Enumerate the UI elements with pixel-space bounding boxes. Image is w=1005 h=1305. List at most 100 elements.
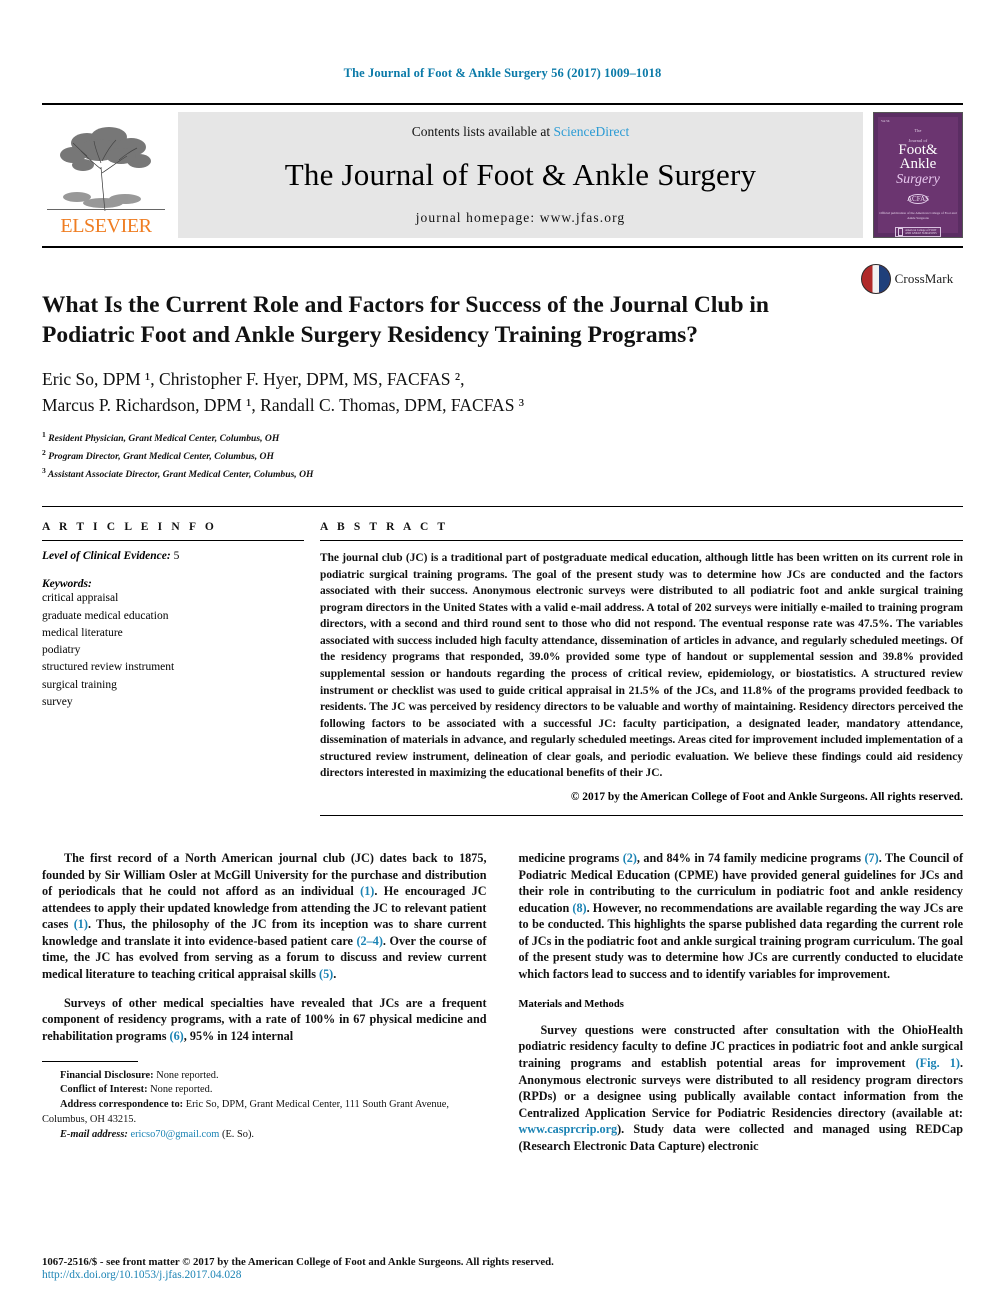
keyword-item: graduate medical education <box>42 609 169 622</box>
keyword-item: structured review instrument <box>42 661 175 674</box>
crossmark-row: CrossMark <box>860 264 954 294</box>
seal-text: ACFAS <box>906 194 930 203</box>
para-text: medicine programs <box>518 850 623 865</box>
author-line-1: Eric So, DPM ¹, Christopher F. Hyer, DPM… <box>42 368 465 389</box>
footnote-label: E-mail address: <box>60 1128 128 1140</box>
footnote-conflict-of-interest: Conflict of Interest: None reported. <box>42 1083 487 1098</box>
author-line-2: Marcus P. Richardson, DPM ¹, Randall C. … <box>42 394 525 415</box>
footnote-financial-disclosure: Financial Disclosure: None reported. <box>42 1069 487 1084</box>
citation-link[interactable]: (8) <box>572 901 586 915</box>
author-list: Eric So, DPM ¹, Christopher F. Hyer, DPM… <box>42 366 963 419</box>
elsevier-tree-icon <box>47 127 165 212</box>
keyword-item: medical literature <box>42 626 123 639</box>
badge-text: American College of FOOT AND ANKLE SURGE… <box>905 228 937 235</box>
footnote-value: None reported. <box>156 1069 219 1081</box>
affiliation-text: Program Director, Grant Medical Center, … <box>48 451 274 463</box>
article-info-column: A R T I C L E I N F O Level of Clinical … <box>42 507 320 815</box>
abstract-heading: A B S T R A C T <box>320 521 449 534</box>
crossmark-badge[interactable]: CrossMark <box>853 264 961 294</box>
citation-link[interactable]: (1) <box>360 884 374 898</box>
abstract-rule <box>320 540 963 542</box>
front-matter-line: 1067-2516/$ - see front matter © 2017 by… <box>42 1256 554 1268</box>
footnote-email: E-mail address: ericso70@gmail.com (E. S… <box>42 1128 487 1143</box>
citation-link[interactable]: (6) <box>170 1029 184 1043</box>
journal-cover-thumbnail[interactable]: Vol 56 The Journal of Foot& Ankle Surger… <box>873 112 963 238</box>
footnote-label: Address correspondence to: <box>60 1099 184 1111</box>
page-title: What Is the Current Role and Factors for… <box>42 291 769 348</box>
paragraph: Survey questions were constructed after … <box>519 1022 964 1155</box>
contents-available-line: Contents lists available at ScienceDirec… <box>412 124 629 140</box>
sciencedirect-link[interactable]: ScienceDirect <box>554 124 630 139</box>
affiliation-item: 3 Assistant Associate Director, Grant Me… <box>42 465 314 480</box>
email-link[interactable]: ericso70@gmail.com <box>130 1129 219 1140</box>
citation-link[interactable]: (1) <box>74 917 88 931</box>
cover-word-foot: Foot& <box>898 142 938 158</box>
cover-word-surgery: Surgery <box>896 171 940 187</box>
footnote-correspondence: Address correspondence to: Eric So, DPM,… <box>42 1098 487 1128</box>
info-abstract-section: A R T I C L E I N F O Level of Clinical … <box>42 506 963 816</box>
page-footer: 1067-2516/$ - see front matter © 2017 by… <box>42 1256 963 1281</box>
abstract-text: The journal club (JC) is a traditional p… <box>320 552 963 780</box>
masthead-container: ELSEVIER Contents lists available at Sci… <box>42 103 963 248</box>
footnote-value: None reported. <box>150 1084 213 1096</box>
badge-mark-icon <box>898 228 904 236</box>
footnote-value: (E. So). <box>221 1128 255 1140</box>
crossmark-label: CrossMark <box>894 271 954 286</box>
cover-line1: The <box>914 128 922 133</box>
elsevier-wordmark: ELSEVIER <box>60 215 152 237</box>
level-of-evidence-label: Level of Clinical Evidence: <box>42 550 171 563</box>
affiliation-list: 1 Resident Physician, Grant Medical Cent… <box>42 429 963 482</box>
paragraph: medicine programs (2), and 84% in 74 fam… <box>519 850 964 983</box>
affiliation-text: Resident Physician, Grant Medical Center… <box>48 433 280 445</box>
para-text: , and 84% in 74 family medicine programs <box>636 850 865 865</box>
footnotes-block: Financial Disclosure: None reported. Con… <box>42 1060 487 1143</box>
paragraph: The first record of a North American jou… <box>42 850 487 983</box>
masthead: ELSEVIER Contents lists available at Sci… <box>42 112 963 238</box>
keyword-item: survey <box>42 695 73 708</box>
citation-link[interactable]: (2) <box>623 851 637 865</box>
level-of-evidence-value: 5 <box>173 550 180 563</box>
section-heading-materials-methods: Materials and Methods <box>518 998 624 1010</box>
contents-prefix: Contents lists available at <box>411 124 551 139</box>
running-head: The Journal of Foot & Ankle Surgery 56 (… <box>343 66 662 80</box>
abstract-column: A B S T R A C T The journal club (JC) is… <box>320 507 963 816</box>
footnote-label: Conflict of Interest: <box>60 1084 148 1096</box>
keyword-item: surgical training <box>42 678 117 691</box>
body-columns: The first record of a North American jou… <box>42 838 963 1167</box>
abstract-bottom-rule <box>320 814 963 816</box>
cover-caption: Official publication of the American Col… <box>879 210 957 220</box>
keyword-item: podiatry <box>42 644 81 657</box>
figure-link[interactable]: (Fig. 1) <box>916 1056 960 1070</box>
level-of-evidence: Level of Clinical Evidence: 5 <box>42 550 304 562</box>
abstract-copyright: © 2017 by the American College of Foot a… <box>570 790 963 803</box>
elsevier-logo: ELSEVIER <box>42 112 170 238</box>
article-page: The Journal of Foot & Ankle Surgery 56 (… <box>0 0 1005 1305</box>
para-text: . <box>333 967 337 982</box>
body-column-right: medicine programs (2), and 84% in 74 fam… <box>519 838 964 1167</box>
footnote-label: Financial Disclosure: <box>60 1069 154 1081</box>
affiliation-text: Assistant Associate Director, Grant Medi… <box>47 468 314 480</box>
title-block: CrossMark What Is the Current Role and F… <box>42 248 963 482</box>
article-info-heading: A R T I C L E I N F O <box>42 521 217 534</box>
cover-word-ankle: Ankle <box>899 156 937 173</box>
affiliation-item: 1 Resident Physician, Grant Medical Cent… <box>42 430 280 445</box>
crossmark-logo-icon <box>860 264 891 294</box>
masthead-center: Contents lists available at ScienceDirec… <box>178 112 863 238</box>
article-info-rule <box>42 540 304 542</box>
body-column-left: The first record of a North American jou… <box>42 838 487 1167</box>
doi-link[interactable]: http://dx.doi.org/10.1053/j.jfas.2017.04… <box>42 1269 963 1281</box>
journal-title: The Journal of Foot & Ankle Surgery <box>284 157 757 192</box>
cover-issue-label: Vol 56 <box>881 119 890 123</box>
journal-homepage[interactable]: journal homepage: www.jfas.org <box>416 210 626 226</box>
caspr-url-link[interactable]: www.casprcrip.org <box>519 1122 618 1136</box>
citation-link[interactable]: (5) <box>319 967 333 981</box>
citation-link[interactable]: (7) <box>864 851 878 865</box>
keywords-label: Keywords: <box>42 578 92 591</box>
para-text: , 95% in 124 internal <box>183 1029 294 1044</box>
keyword-item: critical appraisal <box>42 592 119 605</box>
cover-publisher-badge: American College of FOOT AND ANKLE SURGE… <box>895 227 941 237</box>
cover-artwork: Vol 56 The Journal of Foot& Ankle Surger… <box>878 117 958 237</box>
para-text: Survey questions were constructed after … <box>518 1022 964 1071</box>
paragraph: Surveys of other medical specialties hav… <box>42 995 487 1045</box>
citation-link[interactable]: (2–4) <box>356 934 382 948</box>
